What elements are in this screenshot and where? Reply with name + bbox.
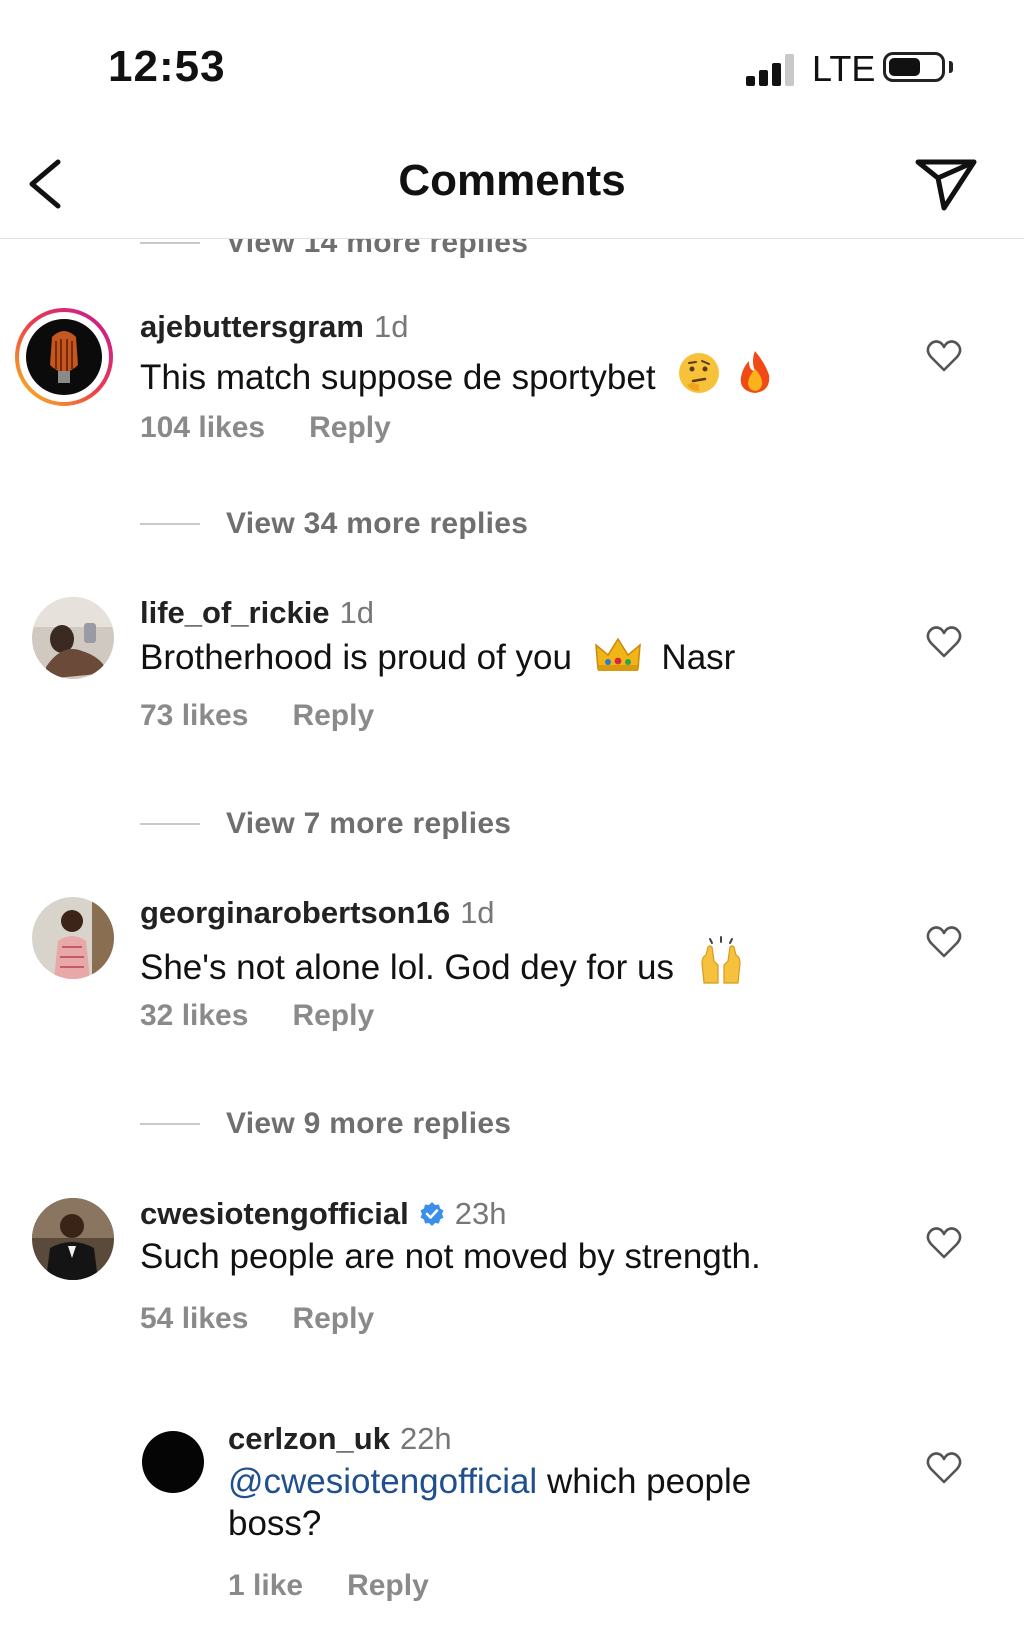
comment-time: 1d [373,309,409,344]
battery-icon [883,52,945,82]
view-more-replies[interactable]: View 9 more replies [140,1102,511,1146]
comment-text: Such people are not moved by strength. [140,1236,761,1278]
comment-text-suffix: Nasr [661,638,736,677]
comment-header: life_of_rickie 1d [140,595,374,631]
comment-text-body: Such people are not moved by strength. [140,1237,761,1276]
comment-meta: 32 likes Reply [140,999,374,1033]
heart-icon[interactable] [926,339,962,373]
comment-header: ajebuttersgram 1d [140,309,408,345]
comments-list[interactable]: View 14 more replies ajebuttersgram 1d T… [0,239,1024,1651]
divider-line [140,523,200,525]
heart-icon[interactable] [926,1451,962,1485]
view-more-label: View 34 more replies [226,507,529,540]
reply-text-continued: boss? [228,1503,321,1545]
likes-count[interactable]: 1 like [228,1569,303,1602]
comment-header: georginarobertson16 1d [140,895,495,931]
reply-text-line2: boss? [228,1504,322,1543]
comment-time: 1d [460,895,495,930]
story-ring-avatar-icon [15,308,113,406]
network-type: LTE [812,48,876,89]
likes-count[interactable]: 54 likes [140,1302,248,1335]
reply-text: @cwesiotengofficial which people [228,1461,751,1503]
mention-link[interactable]: @cwesiotengofficial [228,1462,537,1501]
view-more-replies[interactable]: View 7 more replies [140,802,511,846]
comment-username[interactable]: cwesiotengofficial [140,1196,409,1232]
share-button[interactable] [912,150,980,218]
comment-meta: 104 likes Reply [140,411,391,445]
raising-hands-icon [701,936,741,984]
comment-text: Brotherhood is proud of you Nasr [140,635,735,679]
likes-count[interactable]: 73 likes [140,699,248,732]
comment-meta: 54 likes Reply [140,1302,374,1336]
reply-button[interactable]: Reply [292,699,374,732]
view-more-label: View 14 more replies [226,239,529,259]
crown-icon [594,637,641,671]
view-more-label: View 9 more replies [226,1107,512,1140]
comment-text-body: This match suppose de sportybet [140,358,656,397]
user-photo-avatar-icon [32,1198,114,1280]
avatar[interactable] [32,1198,114,1280]
view-more-replies[interactable]: View 14 more replies [140,239,528,265]
comment-username[interactable]: life_of_rickie [140,595,330,631]
divider-line [140,1123,200,1125]
heart-icon[interactable] [926,1226,962,1260]
heart-icon[interactable] [926,625,962,659]
fire-icon [740,351,770,393]
reply-time: 22h [399,1421,452,1456]
comment-meta: 73 likes Reply [140,699,374,733]
comment-time: 23h [454,1196,507,1231]
view-more-replies[interactable]: View 34 more replies [140,502,528,546]
status-bar: 12:53 LTE [0,0,1024,130]
avatar[interactable] [32,597,114,679]
divider-line [140,242,200,244]
comment-username[interactable]: ajebuttersgram [140,309,364,345]
reply-header: cerlzon_uk 22h [228,1421,452,1457]
comment-username[interactable]: georginarobertson16 [140,895,450,931]
reply-meta: 1 like Reply [228,1569,429,1603]
signal-strength-icon [746,54,794,86]
reply-button[interactable]: Reply [292,999,374,1032]
reply-button[interactable]: Reply [292,1302,374,1335]
comment-time: 1d [339,595,375,630]
avatar[interactable] [142,1431,204,1493]
user-photo-avatar-icon [32,597,114,679]
comment-text-body: Brotherhood is proud of you [140,638,572,677]
verified-badge-icon [420,1202,444,1226]
status-time: 12:53 [108,42,226,91]
header: Comments [0,130,1024,239]
likes-count[interactable]: 104 likes [140,411,265,444]
comment-text: She's not alone lol. God dey for us [140,935,746,989]
paper-plane-icon [915,159,977,211]
view-more-label: View 7 more replies [226,807,512,840]
likes-count[interactable]: 32 likes [140,999,248,1032]
heart-icon[interactable] [926,925,962,959]
reply-text-line1: which people [546,1462,752,1501]
comment-text: This match suppose de sportybet [140,349,775,399]
avatar[interactable] [14,307,114,407]
battery-tip [949,61,953,73]
comment-text-body: She's not alone lol. God dey for us [140,948,674,987]
reply-username[interactable]: cerlzon_uk [228,1421,390,1457]
comment-header: cwesiotengofficial 23h [140,1196,506,1232]
divider-line [140,823,200,825]
reply-button[interactable]: Reply [309,411,391,444]
thinking-face-icon [679,353,720,393]
page-title: Comments [398,156,626,205]
avatar[interactable] [32,897,114,979]
user-photo-avatar-icon [32,897,114,979]
reply-button[interactable]: Reply [347,1569,429,1602]
